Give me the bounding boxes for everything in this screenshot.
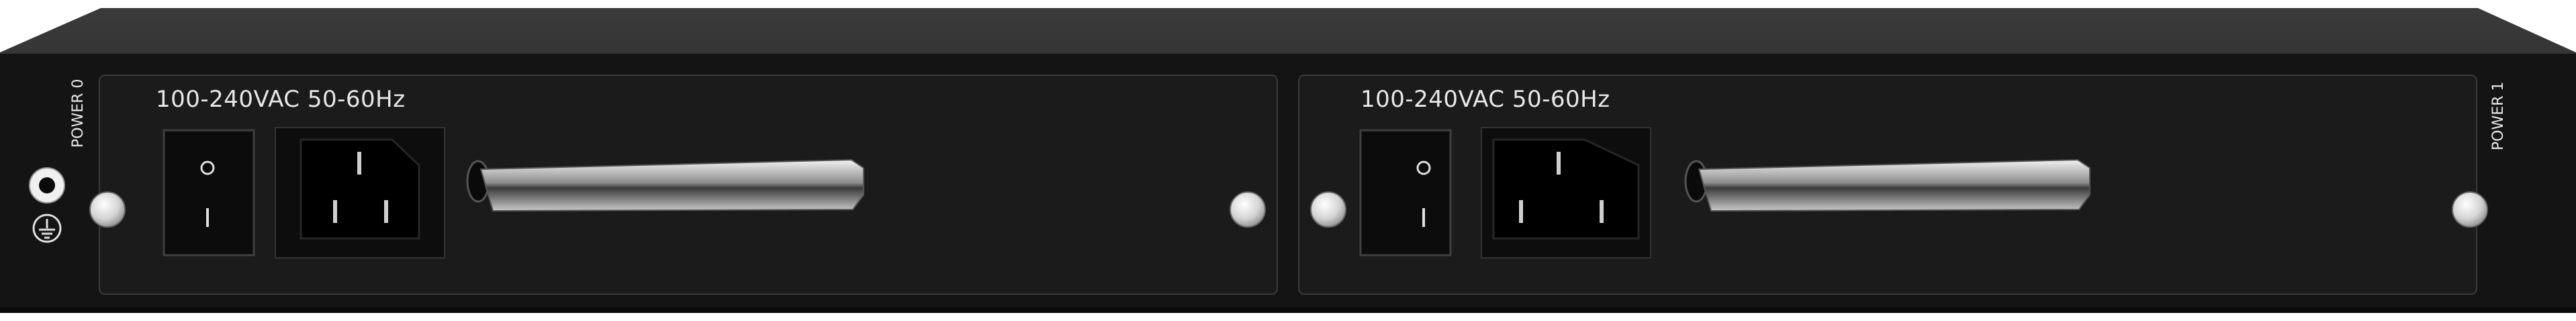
psu-rating-label-1: 100-240VAC 50-60Hz (1361, 86, 1610, 113)
psu-rating-label-0: 100-240VAC 50-60Hz (156, 86, 406, 113)
ac-power-inlet-0[interactable] (275, 127, 445, 259)
power-0-label: POWER 0 (70, 79, 87, 148)
thumb-screw-icon[interactable] (1230, 191, 1266, 228)
power-switch-1[interactable] (1359, 129, 1452, 257)
thumb-screw-icon[interactable] (2452, 191, 2488, 228)
thumb-screw-icon[interactable] (89, 191, 126, 228)
power-1-label: POWER 1 (2490, 81, 2507, 150)
ground-screw-icon[interactable] (29, 167, 65, 203)
psu-handle-1[interactable] (1684, 158, 2090, 212)
psu-handle-0[interactable] (466, 158, 864, 212)
ac-power-inlet-1[interactable] (1481, 127, 1651, 259)
device-rear-panel (0, 8, 2576, 313)
thumb-screw-icon[interactable] (1310, 191, 1346, 228)
power-switch-0[interactable] (163, 129, 255, 257)
